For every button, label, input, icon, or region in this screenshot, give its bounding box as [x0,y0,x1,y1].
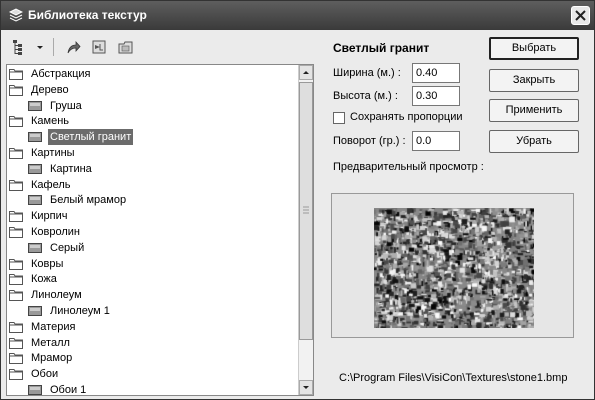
folder-icon [9,209,23,223]
tree-item-label: Абстракция [31,68,91,80]
up-folder-icon[interactable] [65,39,81,55]
tree-item-label: Обои 1 [50,384,87,395]
tree-item-label: Кафель [31,178,71,191]
texture-icon [28,193,42,206]
texture-icon [28,304,42,317]
folder-icon [9,178,23,191]
tree-item-label: Груша [50,99,82,112]
tree-item-label: Кожа [31,273,57,286]
grip-icon [303,206,309,214]
texture-icon [28,162,42,175]
scroll-down-button[interactable] [299,380,313,395]
tree-item-label: Обои [31,368,59,381]
folder-icon [9,225,23,238]
texture-preview [374,208,534,328]
tree-item-label: Дерево [31,83,69,96]
arrow-down-icon [303,386,309,389]
tree-item-label: Камень [31,115,70,128]
folder-icon [9,272,23,286]
tree-item-label: Светлый гранит [48,129,134,146]
tree-list: Абстракция Дерево Груша Камень Светлый грани… [7,65,299,395]
select-button[interactable]: Выбрать [489,37,579,60]
tree-scrollbar[interactable] [298,65,313,395]
tree-item-label: Картины [31,147,75,159]
texture-icon [28,130,42,143]
texture-tree[interactable]: Абстракция Дерево Груша Камень Светлый грани… [6,64,314,396]
folder-icon [9,83,23,96]
tree-item-label: Белый мрамор [50,194,127,207]
apply-button[interactable]: Применить [489,99,579,122]
folder-icon [9,336,23,349]
arrow-up-icon [303,71,309,74]
import-icon[interactable] [91,39,107,55]
texture-icon [28,383,42,395]
width-label: Ширина (м.) : [333,67,401,79]
close-button[interactable]: Закрыть [489,69,579,92]
tree-item-label: Металл [31,336,70,349]
keep-proportions-label: Сохранять пропорции [350,111,463,123]
tree-item-label: Картина [50,162,92,175]
texture-library-icon [9,8,23,22]
tree-item-label: Линолеум 1 [50,305,110,317]
tree-item-label: Серый [50,241,85,254]
folder-icon [9,320,23,333]
new-folder-icon[interactable] [118,39,134,55]
preview-label: Предварительный просмотр : [333,161,484,173]
folder-icon [9,67,23,80]
texture-icon [28,241,42,254]
folder-icon [9,367,23,381]
tree-view-icon[interactable] [12,39,28,55]
file-path: C:\Program Files\VisiCon\Textures\stone1… [339,372,568,384]
width-field[interactable]: 0.40 [412,63,460,83]
close-icon [575,10,586,21]
height-label: Высота (м.) : [333,90,398,102]
tree-item-label: Ковролин [31,226,81,238]
tree-item-label: Материя [31,320,76,333]
preview-panel [331,193,574,338]
texture-library-window: Библиотека текстур Абстракция Дерево Груша… [0,0,595,400]
texture-name: Светлый гранит [333,41,430,55]
toolbar-separator [53,38,54,56]
rotation-label: Поворот (гр.) : [333,135,406,147]
dropdown-arrow-icon[interactable] [35,39,45,55]
texture-icon [28,99,42,112]
tree-item-label: Мрамор [31,352,73,365]
tree-item-label: Ковры [31,257,64,270]
title-bar: Библиотека текстур [1,1,594,30]
keep-proportions-checkbox[interactable] [333,112,345,124]
folder-icon [9,114,23,128]
rotation-field[interactable]: 0.0 [412,131,460,151]
tree-item-label: Линолеум [31,289,82,302]
folder-icon [9,257,23,270]
window-title: Библиотека текстур [28,8,147,22]
folder-icon [9,351,23,365]
scroll-up-button[interactable] [299,65,313,80]
folder-icon [9,146,23,159]
scroll-thumb[interactable] [299,82,313,340]
tree-item-label: Кирпич [31,210,68,223]
remove-button[interactable]: Убрать [489,130,579,153]
close-window-button[interactable] [571,6,590,25]
height-field[interactable]: 0.30 [412,86,460,106]
folder-icon [9,288,23,302]
